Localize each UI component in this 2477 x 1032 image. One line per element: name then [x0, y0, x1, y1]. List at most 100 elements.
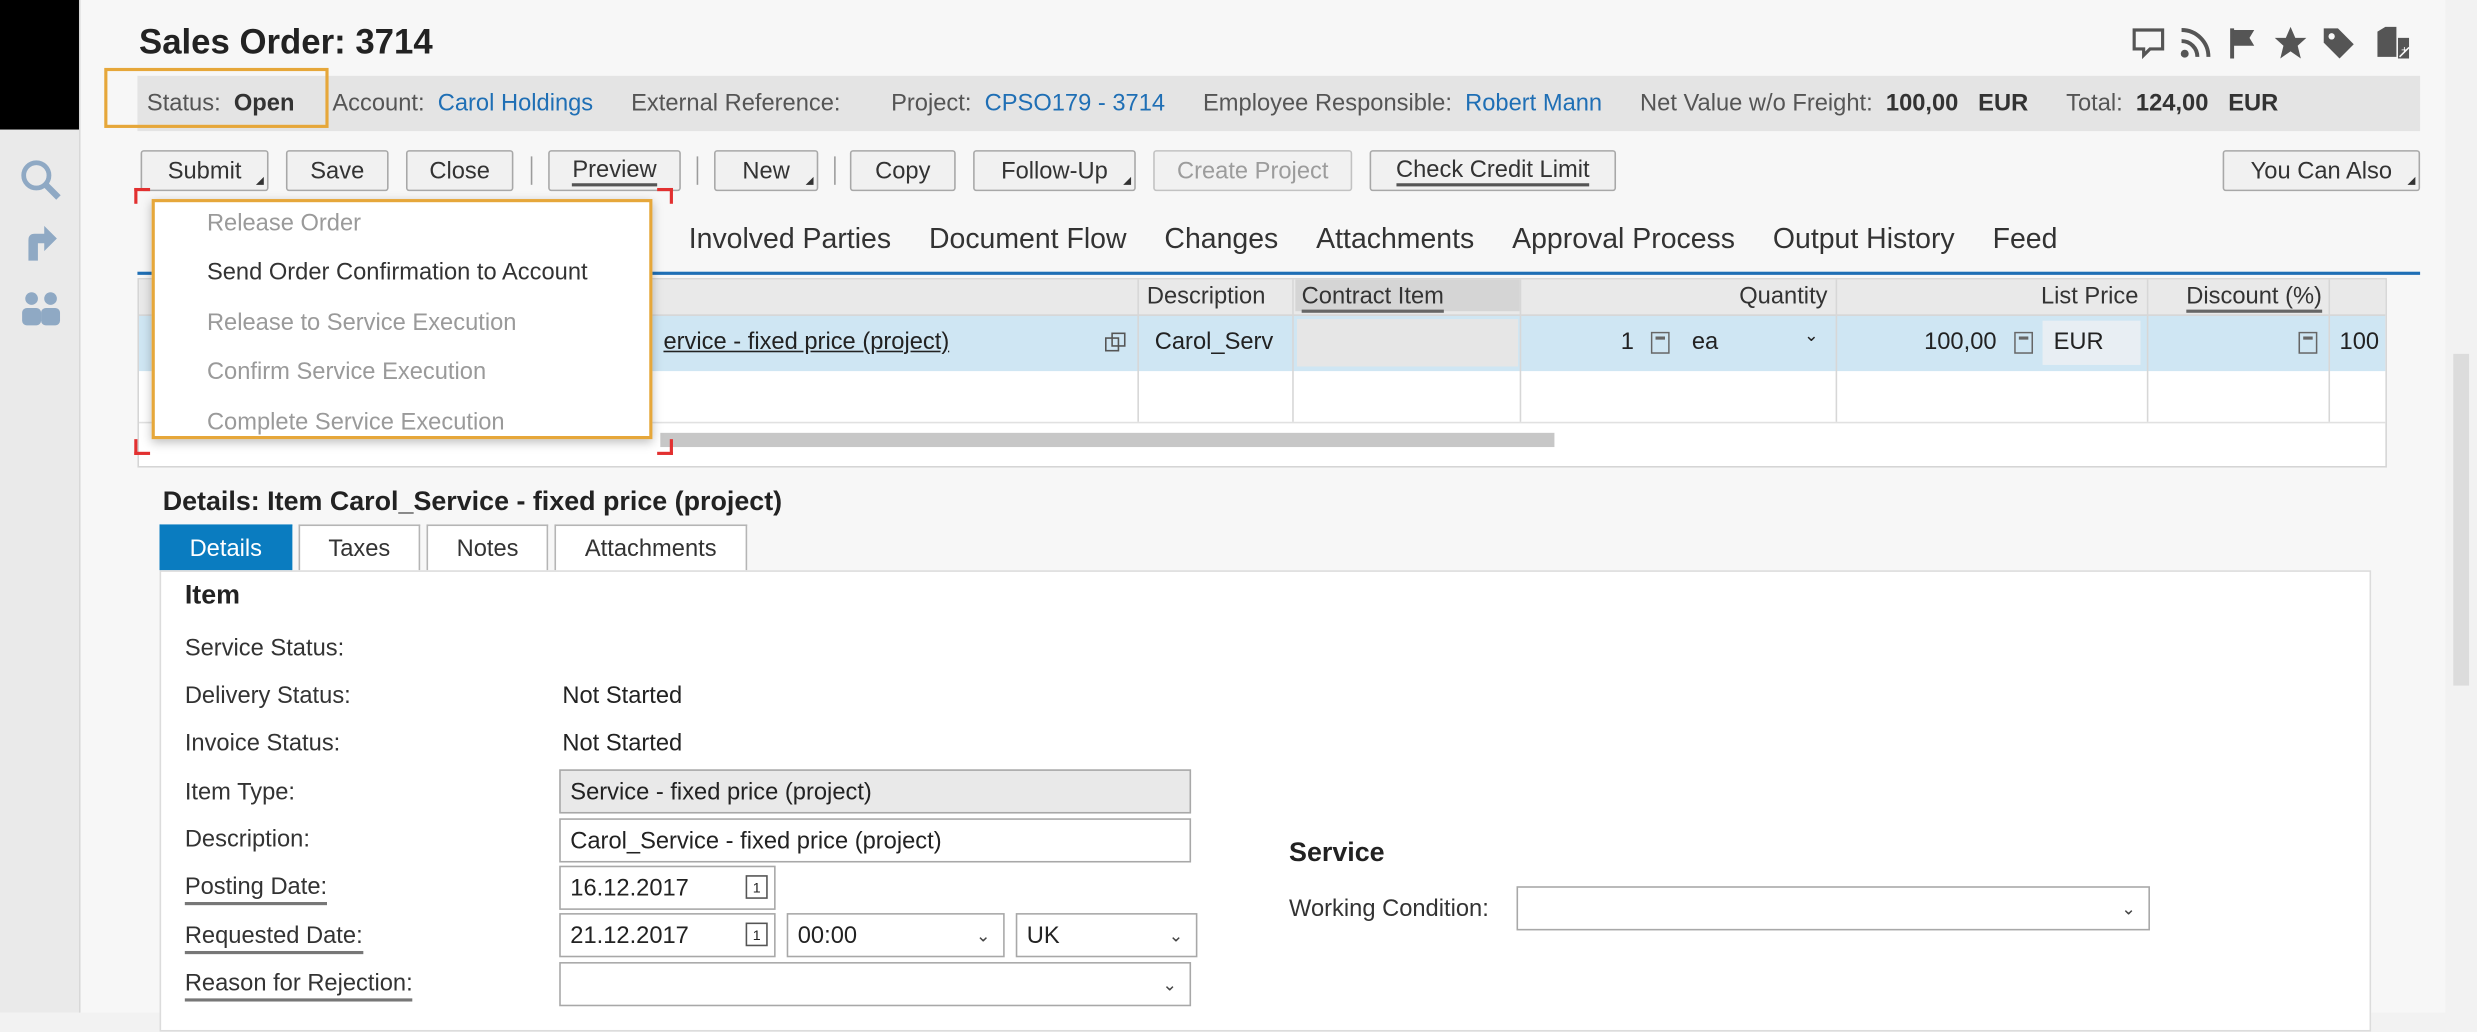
tab-document-flow[interactable]: Document Flow: [929, 223, 1127, 256]
service-status-label: Service Status:: [184, 635, 345, 662]
toolbar-separator: [530, 156, 533, 185]
tab-output-history[interactable]: Output History: [1773, 223, 1955, 256]
main-content: Sales Order: 3714 + Status: Open Account…: [80, 0, 2446, 1032]
total-currency: EUR: [2228, 90, 2279, 117]
flag-icon[interactable]: [2226, 25, 2261, 60]
copy-icon[interactable]: [1104, 332, 1126, 354]
svg-text:+: +: [2401, 45, 2407, 57]
description-field[interactable]: Carol_Service - fixed price (project): [559, 818, 1192, 863]
tab-involved-parties[interactable]: Involved Parties: [689, 223, 891, 256]
menu-item-send-order-confirmation[interactable]: Send Order Confirmation to Account: [207, 259, 588, 286]
menu-focus-corner: [134, 187, 151, 204]
project-link[interactable]: CPSO179 - 3714: [985, 90, 1165, 117]
working-condition-select[interactable]: ⌄: [1516, 886, 2150, 931]
requested-date-field[interactable]: 21.12.2017 1: [559, 913, 776, 958]
vertical-scrollbar[interactable]: [2453, 353, 2470, 686]
column-divider: [1519, 279, 1522, 422]
col-list-price[interactable]: List Price: [2041, 283, 2138, 310]
create-project-button[interactable]: Create Project: [1153, 150, 1353, 192]
account-link[interactable]: Carol Holdings: [438, 90, 593, 117]
tab-feed[interactable]: Feed: [1993, 223, 2058, 256]
rss-icon[interactable]: [2178, 25, 2213, 60]
tab-details-attachments[interactable]: Attachments: [554, 524, 747, 571]
calculator-icon[interactable]: [1650, 331, 1670, 354]
people-icon[interactable]: [19, 286, 63, 330]
tag-icon[interactable]: [2321, 25, 2356, 60]
menu-item-release-to-service-execution[interactable]: Release to Service Execution: [207, 310, 517, 337]
item-type-label: Item Type:: [184, 778, 296, 806]
employee-responsible-link[interactable]: Robert Mann: [1465, 90, 1602, 117]
you-can-also-button[interactable]: You Can Also: [2222, 150, 2421, 192]
menu-focus-corner: [134, 439, 151, 455]
toolbar-separator: [834, 156, 836, 185]
horizontal-scrollbar[interactable]: [660, 432, 1555, 448]
tab-attachments[interactable]: Attachments: [1316, 223, 1474, 256]
calendar-icon[interactable]: 1: [745, 875, 768, 899]
details-tabs: Details Taxes Notes Attachments: [159, 524, 753, 571]
menu-item-confirm-service-execution[interactable]: Confirm Service Execution: [207, 359, 486, 386]
currency-cell[interactable]: EUR: [2042, 320, 2141, 365]
chevron-down-icon[interactable]: ⌄: [1804, 325, 1819, 346]
item-type-field: Service - fixed price (project): [559, 769, 1192, 814]
calculator-icon[interactable]: [2298, 331, 2318, 354]
chevron-down-icon[interactable]: ⌄: [976, 926, 991, 946]
delivery-status-value: Not Started: [562, 682, 683, 710]
copy-button[interactable]: Copy: [849, 150, 956, 192]
tab-details[interactable]: Details: [159, 524, 293, 571]
col-contract-item[interactable]: Contract Item: [1295, 279, 1520, 313]
check-credit-limit-button[interactable]: Check Credit Limit: [1369, 150, 1617, 192]
quantity-value[interactable]: 1: [1621, 329, 1634, 356]
posting-date-field[interactable]: 16.12.2017 1: [559, 865, 776, 910]
contract-item-cell[interactable]: [1296, 319, 1519, 367]
star-icon[interactable]: [2273, 25, 2308, 60]
tab-approval-process[interactable]: Approval Process: [1512, 223, 1735, 256]
list-price-value[interactable]: 100,00: [1924, 329, 1996, 356]
chevron-down-icon[interactable]: ⌄: [1162, 975, 1177, 995]
col-description[interactable]: Description: [1147, 283, 1266, 310]
search-icon[interactable]: [19, 158, 63, 202]
posting-date-label: Posting Date:: [184, 874, 328, 906]
total-label: Total:: [2066, 90, 2123, 117]
tab-taxes[interactable]: Taxes: [298, 524, 421, 571]
chevron-down-icon[interactable]: ⌄: [1169, 926, 1184, 946]
total-value: 124,00: [2135, 90, 2209, 117]
tab-notes[interactable]: Notes: [426, 524, 549, 571]
chevron-down-icon[interactable]: ⌄: [2121, 899, 2136, 919]
description-label: Description:: [184, 826, 310, 854]
tab-changes[interactable]: Changes: [1164, 223, 1278, 256]
new-button[interactable]: New: [714, 150, 819, 192]
page-title: Sales Order: 3714: [139, 22, 433, 62]
employee-responsible-label: Employee Responsible:: [1202, 90, 1452, 117]
external-reference-label: External Reference:: [631, 90, 841, 117]
save-button[interactable]: Save: [285, 150, 389, 192]
chat-icon[interactable]: [2131, 25, 2166, 60]
preview-button[interactable]: Preview: [548, 150, 681, 192]
product-link[interactable]: ervice - fixed price (project): [663, 329, 949, 356]
unit-value[interactable]: ea: [1692, 329, 1718, 356]
forward-arrow-icon[interactable]: [19, 221, 63, 265]
submit-button[interactable]: Submit: [140, 150, 269, 192]
account-label: Account:: [332, 90, 425, 117]
toolbar-separator: [696, 156, 699, 185]
follow-up-button[interactable]: Follow-Up: [973, 150, 1136, 192]
status-highlight-box: [104, 67, 329, 128]
calendar-icon[interactable]: 1: [745, 922, 768, 947]
reason-for-rejection-select[interactable]: ⌄: [559, 962, 1192, 1007]
net-value-cell[interactable]: 100: [2340, 329, 2380, 356]
row-description[interactable]: Carol_Serv: [1155, 329, 1274, 356]
menu-item-release-order[interactable]: Release Order: [207, 210, 361, 237]
service-section-title: Service: [1289, 837, 1385, 868]
menu-item-complete-service-execution[interactable]: Complete Service Execution: [207, 409, 505, 436]
requested-time-select[interactable]: 00:00 ⌄: [786, 913, 1005, 958]
col-discount[interactable]: Discount (%): [2186, 283, 2322, 313]
net-value-currency: EUR: [1978, 90, 2029, 117]
invoice-status-value: Not Started: [562, 729, 683, 757]
column-divider: [2328, 279, 2331, 422]
column-divider: [1137, 279, 1139, 422]
col-quantity[interactable]: Quantity: [1739, 283, 1827, 310]
close-button[interactable]: Close: [405, 150, 514, 192]
calculator-icon[interactable]: [2014, 331, 2034, 354]
new-document-icon[interactable]: +: [2368, 25, 2419, 60]
column-divider: [2146, 279, 2149, 422]
requested-timezone-select[interactable]: UK ⌄: [1015, 913, 1198, 958]
